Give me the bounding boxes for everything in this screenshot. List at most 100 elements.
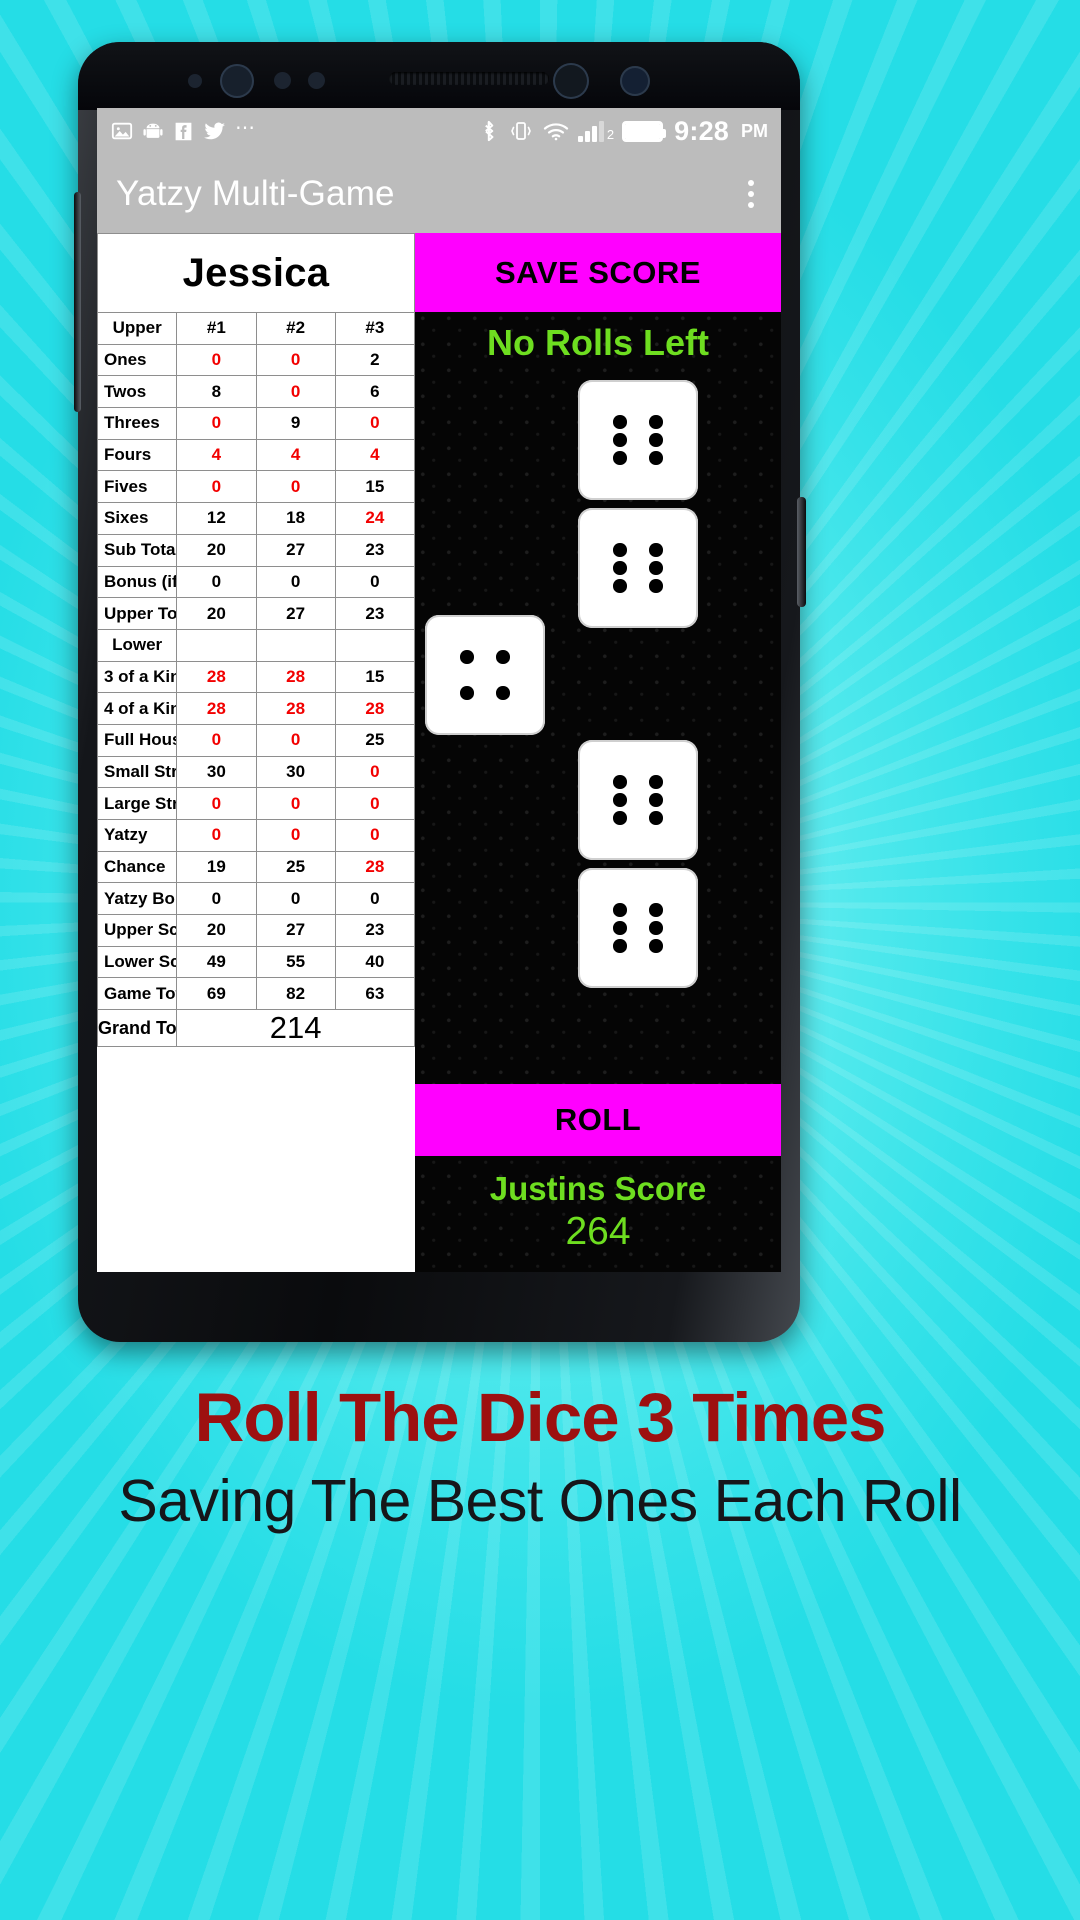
facebook-icon (173, 121, 194, 142)
score-cell[interactable]: 4 (176, 438, 257, 472)
score-cell[interactable]: 23 (334, 533, 416, 567)
overflow-menu-icon[interactable] (739, 174, 763, 214)
score-cell[interactable]: 0 (255, 882, 336, 916)
table-row: Game Total698263 (97, 977, 416, 1011)
score-cell[interactable]: 0 (334, 787, 416, 820)
player-name[interactable]: Jessica (97, 233, 415, 313)
score-cell[interactable]: 30 (255, 755, 336, 789)
score-cell[interactable]: 0 (255, 375, 336, 409)
score-cell[interactable]: 0 (255, 819, 336, 852)
score-cell[interactable]: 0 (176, 787, 257, 820)
grand-total-label: Grand Total (97, 1009, 178, 1048)
score-cell[interactable]: 28 (255, 692, 336, 725)
score-cell[interactable]: 0 (334, 755, 416, 789)
scorecard-table: Jessica Upper #1 #2 #3 Ones 0 0 2 Twos 8 0 6 Threes 0 9… (97, 233, 416, 1048)
score-cell[interactable]: 28 (334, 850, 416, 884)
table-row: Yatzy Bonus000 (97, 882, 416, 916)
score-cell[interactable]: 4 (334, 438, 416, 472)
die-1[interactable] (578, 380, 698, 500)
table-row: Bonus (if over 63000 (97, 565, 416, 599)
more-dots-icon: ⋯ (235, 117, 256, 139)
table-row: Chance 19 25 28 (97, 850, 416, 884)
score-cell[interactable]: 0 (176, 723, 257, 757)
score-cell[interactable] (334, 628, 416, 662)
score-cell[interactable]: 12 (176, 502, 257, 535)
score-cell[interactable]: 0 (334, 407, 416, 440)
score-cell[interactable]: 0 (334, 819, 416, 852)
main-content: Jessica Upper #1 #2 #3 Ones 0 0 2 Twos 8 0 6 Threes 0 9… (97, 233, 781, 1272)
save-score-button[interactable]: SAVE SCORE (415, 233, 781, 312)
score-cell[interactable]: 0 (176, 565, 257, 599)
score-cell[interactable]: 28 (334, 692, 416, 725)
row-label: Lower (97, 628, 178, 662)
score-cell[interactable]: 28 (255, 660, 336, 694)
score-cell[interactable]: 0 (255, 343, 336, 377)
die-3[interactable] (425, 615, 545, 735)
row-label: Full House (97, 723, 178, 757)
score-cell[interactable]: 2 (334, 343, 416, 377)
score-cell[interactable]: 82 (255, 977, 336, 1011)
score-cell[interactable]: 0 (255, 723, 336, 757)
score-cell[interactable]: 28 (176, 692, 257, 725)
score-cell[interactable]: 69 (176, 977, 257, 1011)
score-cell[interactable]: 8 (176, 375, 257, 409)
row-label: Game Total (97, 977, 178, 1011)
score-cell[interactable]: 27 (255, 597, 336, 630)
score-cell[interactable]: 30 (176, 755, 257, 789)
score-cell[interactable]: 24 (334, 502, 416, 535)
row-label: Bonus (if over 63 (97, 565, 178, 599)
score-cell[interactable]: 0 (255, 565, 336, 599)
score-cell[interactable]: 20 (176, 914, 257, 947)
die-pip (496, 650, 510, 664)
die-pip (613, 451, 627, 465)
score-cell[interactable]: 18 (255, 502, 336, 535)
score-cell[interactable]: 0 (176, 882, 257, 916)
roll-button[interactable]: ROLL (415, 1084, 781, 1156)
score-cell[interactable]: 25 (334, 723, 416, 757)
score-cell[interactable]: 20 (176, 533, 257, 567)
banner-line-1: Roll The Dice 3 Times (194, 1379, 887, 1456)
score-cell[interactable]: 0 (334, 565, 416, 599)
score-cell[interactable]: 63 (334, 977, 416, 1011)
score-cell[interactable] (176, 628, 257, 662)
score-cell[interactable]: 20 (176, 597, 257, 630)
table-row: Sixes 12 18 24 (97, 502, 416, 535)
table-row: Sub Total 20 27 23 (97, 533, 416, 567)
score-cell[interactable]: 0 (176, 343, 257, 377)
score-cell[interactable]: 23 (334, 597, 416, 630)
score-cell[interactable]: 40 (334, 945, 416, 979)
score-cell[interactable]: 23 (334, 914, 416, 947)
table-header-row: Upper #1 #2 #3 (97, 312, 416, 345)
die-2[interactable] (578, 508, 698, 628)
score-cell[interactable]: 0 (334, 882, 416, 916)
score-cell[interactable]: 25 (255, 850, 336, 884)
table-row: Lower Score495540 (97, 945, 416, 979)
score-cell[interactable]: 27 (255, 533, 336, 567)
score-cell[interactable]: 55 (255, 945, 336, 979)
score-cell[interactable]: 15 (334, 470, 416, 504)
score-cell[interactable]: 9 (255, 407, 336, 440)
die-pip (460, 686, 474, 700)
row-label: Fours (97, 438, 178, 472)
die-5[interactable] (578, 868, 698, 988)
score-cell[interactable] (255, 628, 336, 662)
status-bar: ⋯ 2 9:28 PM (97, 108, 781, 154)
scorecard-table-container: Jessica Upper #1 #2 #3 Ones 0 0 2 Twos 8 0 6 Threes 0 9… (97, 233, 416, 1272)
column-header-num1: #1 (176, 312, 257, 345)
table-row: Upper Score202723 (97, 914, 416, 947)
score-cell[interactable]: 0 (176, 819, 257, 852)
score-cell[interactable]: 27 (255, 914, 336, 947)
score-cell[interactable]: 6 (334, 375, 416, 409)
score-cell[interactable]: 0 (255, 470, 336, 504)
score-cell[interactable]: 4 (255, 438, 336, 472)
score-cell[interactable]: 0 (176, 470, 257, 504)
score-cell[interactable]: 0 (255, 787, 336, 820)
row-label: Large Straight (97, 787, 178, 820)
score-cell[interactable]: 0 (176, 407, 257, 440)
score-cell[interactable]: 15 (334, 660, 416, 694)
score-cell[interactable]: 49 (176, 945, 257, 979)
score-cell[interactable]: 19 (176, 850, 257, 884)
score-cell[interactable]: 28 (176, 660, 257, 694)
die-4[interactable] (578, 740, 698, 860)
row-label: Twos (97, 375, 178, 409)
